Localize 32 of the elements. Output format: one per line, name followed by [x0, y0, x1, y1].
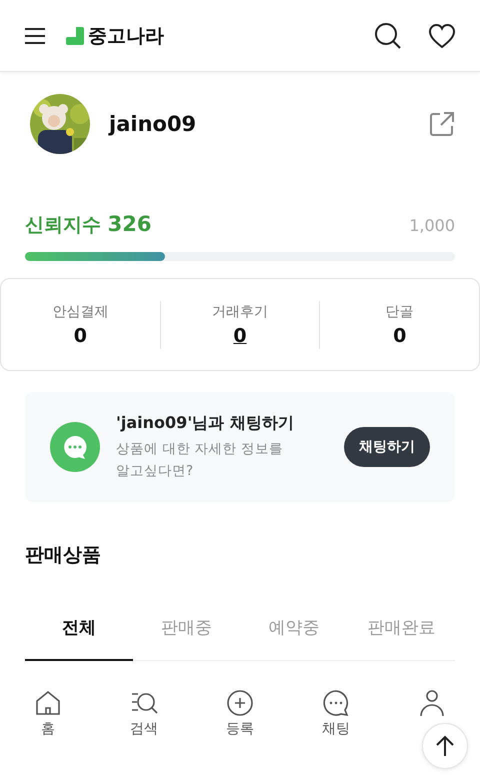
trust-score: 신뢰지수 326: [25, 212, 152, 238]
search-icon[interactable]: [374, 22, 402, 50]
logo-text[interactable]: 중고나라: [88, 22, 164, 48]
chat-icon: [322, 689, 350, 717]
username: jaino09: [109, 112, 198, 136]
chat-description: 상품에 대한 자세한 정보를 알고싶다면?: [116, 440, 284, 480]
heart-icon[interactable]: [428, 22, 456, 48]
scroll-top-button[interactable]: [422, 723, 468, 769]
nav-item[interactable]: 검색: [96, 685, 192, 755]
chat-icon: [50, 422, 100, 472]
nav-item[interactable]: 홈: [0, 685, 96, 755]
nav-item[interactable]: 등록: [192, 685, 288, 755]
stat-label: 거래후기: [212, 302, 268, 320]
tab[interactable]: 전체: [25, 606, 132, 661]
home-icon: [34, 689, 62, 717]
stat-value: 0: [393, 324, 406, 346]
person-icon: [418, 689, 446, 717]
logo-icon: [66, 26, 84, 44]
arrow-up-icon: [435, 735, 455, 757]
add-icon: [226, 689, 254, 717]
stat-label: 안심결제: [52, 302, 108, 320]
menu-icon[interactable]: [24, 26, 46, 44]
nav-item[interactable]: [418, 689, 446, 717]
share-icon[interactable]: [429, 111, 455, 137]
chat-title: 'jaino09'님과 채팅하기: [116, 412, 295, 434]
stat-value: 0: [74, 324, 87, 346]
stat-label: 단골: [386, 302, 414, 320]
nav-item[interactable]: 채팅: [288, 685, 384, 755]
stat-link[interactable]: 0: [233, 324, 247, 346]
chat-button[interactable]: 채팅하기: [344, 427, 430, 467]
section-heading: 판매상품: [25, 543, 102, 568]
max-score: 1,000: [409, 216, 455, 235]
